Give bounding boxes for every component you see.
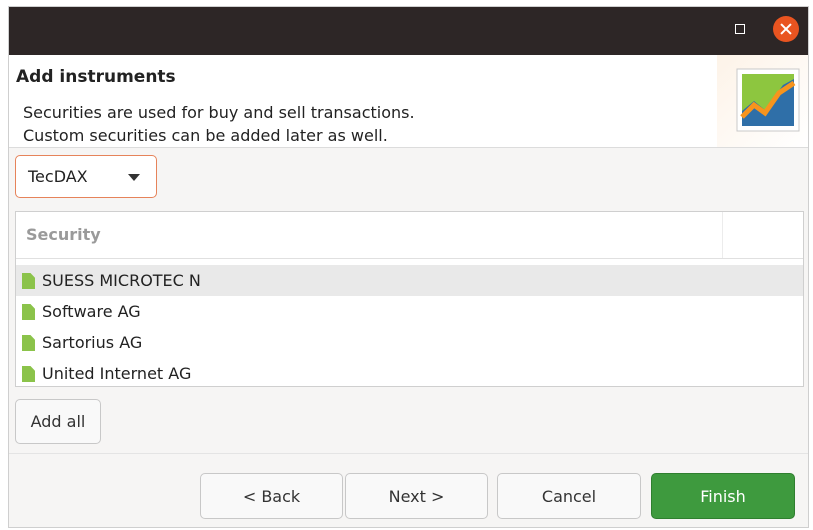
column-header-security[interactable]: Security: [26, 225, 101, 244]
add-instruments-dialog: Add instruments Securities are used for …: [8, 6, 809, 528]
cancel-button[interactable]: Cancel: [497, 473, 641, 519]
document-icon: [22, 304, 35, 320]
security-name: United Internet AG: [42, 364, 192, 383]
chart-logo-icon: [717, 55, 808, 147]
security-name: SUESS MICROTEC N: [42, 271, 201, 290]
title-bar: [9, 7, 808, 55]
add-all-button[interactable]: Add all: [15, 399, 101, 444]
security-name: Software AG: [42, 302, 141, 321]
chevron-down-icon: [128, 174, 140, 181]
finish-button[interactable]: Finish: [651, 473, 795, 519]
next-button[interactable]: Next >: [345, 473, 488, 519]
table-row[interactable]: Software AG: [16, 296, 803, 327]
description-line-1: Securities are used for buy and sell tra…: [23, 103, 415, 122]
table-row[interactable]: Sartorius AG: [16, 327, 803, 358]
table-row[interactable]: SUESS MICROTEC N: [16, 265, 803, 296]
document-icon: [22, 366, 35, 382]
page-description: Securities are used for buy and sell tra…: [23, 101, 415, 147]
close-icon[interactable]: [773, 16, 799, 42]
back-button[interactable]: < Back: [200, 473, 343, 519]
securities-table[interactable]: Security SUESS MICROTEC N Software AG Sa…: [15, 211, 804, 387]
button-bar-divider: [9, 453, 808, 454]
index-dropdown-value: TecDAX: [28, 167, 88, 186]
table-header: Security: [16, 212, 803, 259]
document-icon: [22, 335, 35, 351]
wizard-header: Add instruments Securities are used for …: [9, 55, 808, 148]
page-title: Add instruments: [16, 67, 176, 87]
table-body: SUESS MICROTEC N Software AG Sartorius A…: [16, 265, 803, 389]
maximize-icon[interactable]: [735, 24, 745, 34]
column-separator: [722, 212, 723, 258]
table-row[interactable]: United Internet AG: [16, 358, 803, 389]
description-line-2: Custom securities can be added later as …: [23, 126, 388, 145]
index-dropdown[interactable]: TecDAX: [15, 155, 157, 198]
security-name: Sartorius AG: [42, 333, 143, 352]
document-icon: [22, 273, 35, 289]
